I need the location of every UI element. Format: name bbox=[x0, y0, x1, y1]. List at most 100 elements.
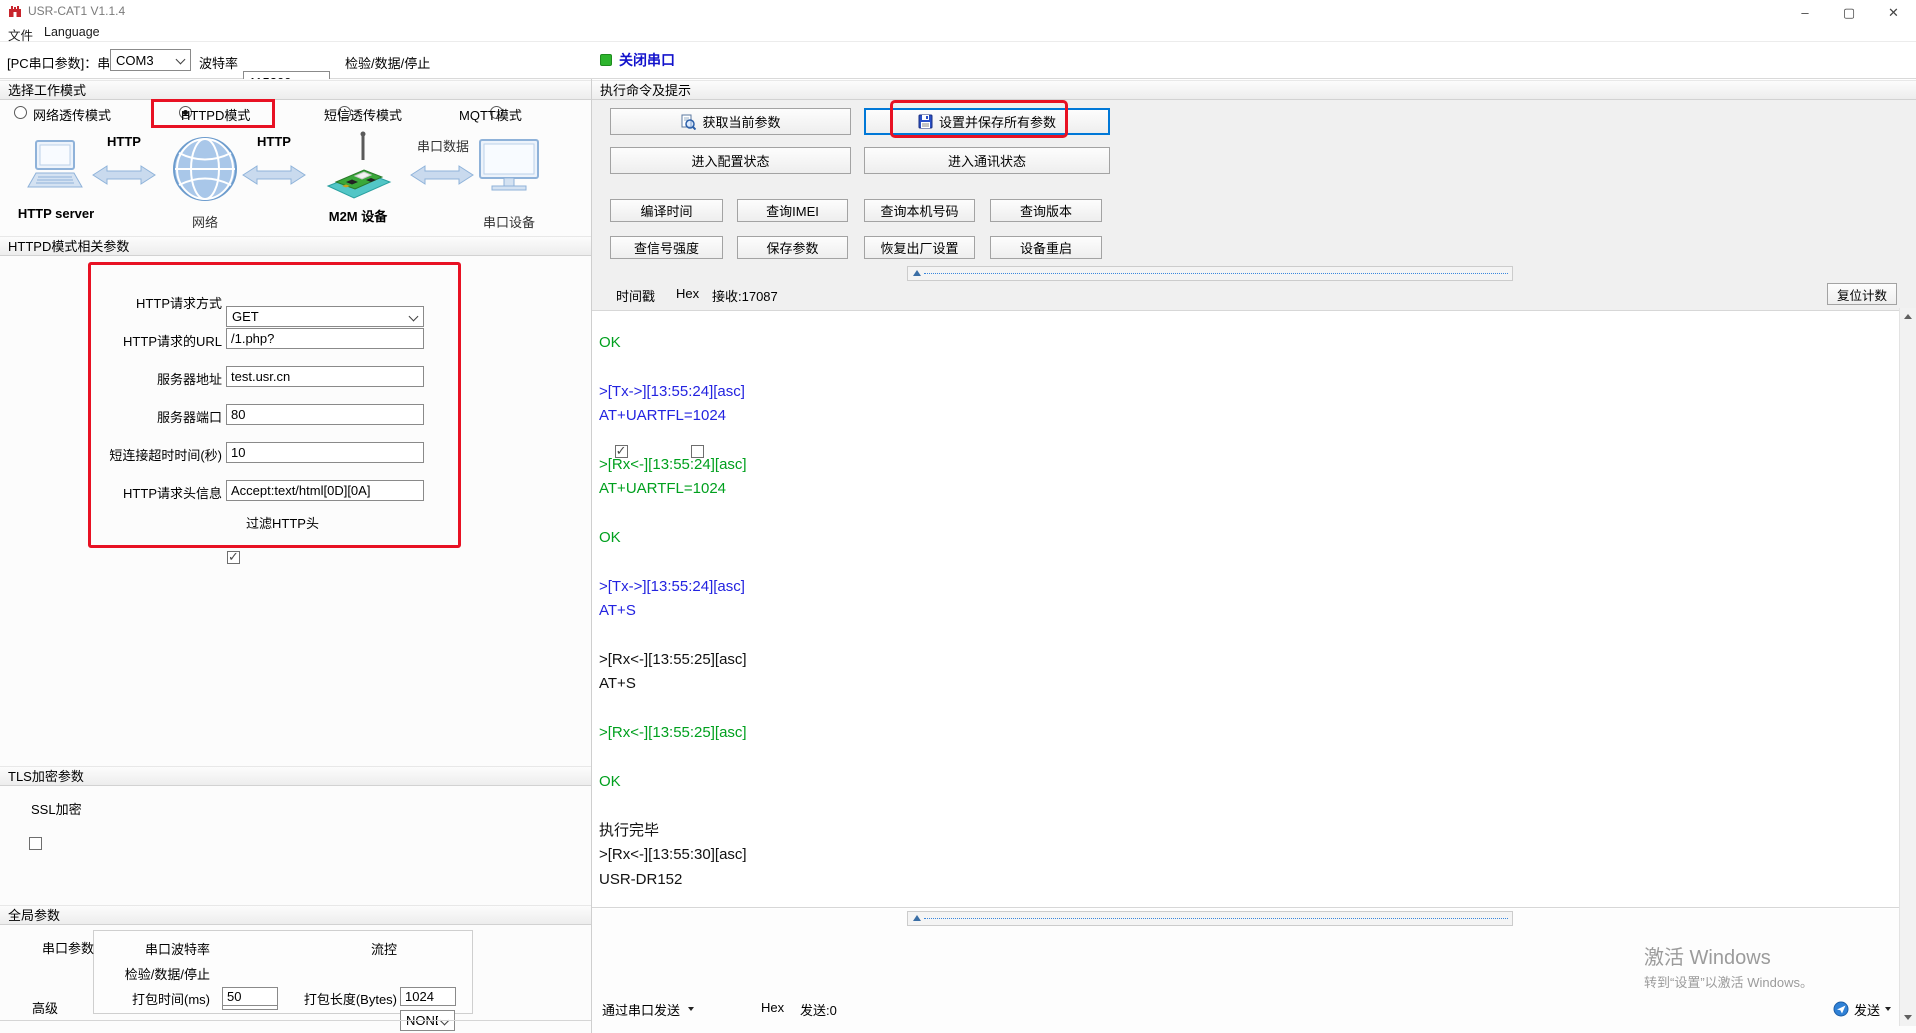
network-globe-icon bbox=[173, 137, 237, 201]
ssl-encrypt-label[interactable]: SSL加密 bbox=[31, 799, 82, 818]
diagram-node-network: 网络 bbox=[191, 215, 218, 230]
diagram-link-http-2: HTTP bbox=[257, 134, 291, 149]
enter-comm-state-button[interactable]: 进入通讯状态 bbox=[864, 147, 1110, 174]
timestamp-label[interactable]: 时间戳 bbox=[616, 286, 655, 305]
close-port-button[interactable]: 关闭串口 bbox=[600, 49, 675, 71]
menu-language[interactable]: Language bbox=[44, 25, 100, 39]
radio-net-passthrough-label[interactable]: 网络透传模式 bbox=[33, 105, 111, 124]
save-params-button[interactable]: 保存参数 bbox=[737, 236, 848, 259]
send-button-label: 发送 bbox=[1854, 1002, 1881, 1018]
send-hex-label[interactable]: Hex bbox=[761, 1000, 784, 1015]
scroll-down-icon[interactable] bbox=[1904, 1015, 1912, 1020]
server-port-input[interactable] bbox=[226, 404, 424, 425]
filter-http-header-label[interactable]: 过滤HTTP头 bbox=[246, 513, 319, 532]
title-bar: USR-CAT1 V1.1.4 – ▢ ✕ bbox=[0, 0, 1916, 22]
send-via-serial-label: 通过串口发送 bbox=[602, 1002, 681, 1018]
get-current-params-label: 获取当前参数 bbox=[702, 115, 781, 130]
baud-label: 波特率 bbox=[199, 56, 239, 71]
port-open-status-icon bbox=[600, 54, 612, 66]
log-hex-label[interactable]: Hex bbox=[676, 286, 699, 301]
scroll-up-icon[interactable] bbox=[1904, 314, 1912, 319]
close-port-label: 关闭串口 bbox=[619, 52, 675, 68]
send-dropdown-caret-icon[interactable] bbox=[1885, 1007, 1892, 1011]
diagram-node-serial-device: 串口设备 bbox=[482, 215, 535, 230]
compile-time-button[interactable]: 编译时间 bbox=[610, 199, 723, 222]
activate-windows-watermark-sub: 转到“设置”以激活 Windows。 bbox=[1644, 975, 1814, 990]
http-url-input[interactable] bbox=[226, 328, 424, 349]
app-icon bbox=[9, 6, 21, 17]
font-size-slider-top[interactable] bbox=[907, 266, 1513, 281]
log-line: AT+S bbox=[599, 602, 636, 620]
log-line: USR-DR152 bbox=[599, 870, 683, 888]
log-line: >[Rx<-][13:55:25][asc] bbox=[599, 724, 747, 742]
query-version-button[interactable]: 查询版本 bbox=[990, 199, 1102, 222]
menu-bar: 文件 Language bbox=[0, 22, 1916, 43]
diagram-link-http-1: HTTP bbox=[107, 134, 141, 149]
query-signal-button[interactable]: 查信号强度 bbox=[610, 236, 723, 259]
send-button[interactable]: 发送 bbox=[1833, 998, 1892, 1020]
query-local-number-button[interactable]: 查询本机号码 bbox=[864, 199, 975, 222]
httpd-section-header: HTTPD模式相关参数 bbox=[0, 236, 591, 256]
server-address-label: 服务器地址 bbox=[156, 372, 222, 387]
reset-counter-button[interactable]: 复位计数 bbox=[1827, 283, 1897, 305]
log-area[interactable]: OK >[Tx->][13:55:24][asc] AT+UARTFL=1024 >[… bbox=[592, 310, 1892, 906]
diagram-link-serial-data: 串口数据 bbox=[416, 139, 469, 154]
dropdown-caret-icon bbox=[688, 1007, 695, 1011]
mode-section-header: 选择工作模式 bbox=[0, 80, 591, 100]
send-panel-bg bbox=[592, 909, 1916, 1033]
http-url-label: HTTP请求的URL bbox=[123, 334, 222, 349]
log-line: OK bbox=[599, 773, 621, 791]
serial-param-group-label: 串口参数 bbox=[42, 941, 95, 956]
log-line: OK bbox=[599, 334, 621, 351]
serial-device-monitor-icon bbox=[479, 139, 539, 191]
slider-thumb-icon[interactable] bbox=[913, 270, 921, 276]
advanced-label[interactable]: 高级 bbox=[32, 998, 58, 1017]
radio-mqtt-mode-label[interactable]: MQTT模式 bbox=[459, 105, 522, 124]
device-restart-button[interactable]: 设备重启 bbox=[990, 236, 1102, 259]
pack-len-input[interactable] bbox=[400, 987, 456, 1006]
ssl-encrypt-checkbox[interactable] bbox=[28, 837, 42, 850]
server-port-label: 服务器端口 bbox=[156, 410, 222, 425]
pack-time-label: 打包时间(ms) bbox=[132, 992, 210, 1007]
set-save-all-params-button[interactable]: 设置并保存所有参数 bbox=[864, 108, 1110, 135]
radio-httpd-mode-label[interactable]: HTTPD模式 bbox=[181, 105, 250, 124]
log-line: >[Rx<-][13:55:24][asc] bbox=[599, 455, 747, 473]
enter-config-state-button[interactable]: 进入配置状态 bbox=[610, 147, 851, 174]
global-section-header: 全局参数 bbox=[0, 905, 591, 925]
font-size-slider-bottom[interactable] bbox=[907, 911, 1513, 926]
send-via-serial-dropdown[interactable]: 通过串口发送 bbox=[602, 998, 695, 1020]
slider-thumb-icon[interactable] bbox=[913, 915, 921, 921]
log-line: AT+S bbox=[599, 675, 636, 693]
diagram-node-m2m: M2M 设备 bbox=[328, 209, 388, 224]
short-conn-timeout-input[interactable] bbox=[226, 442, 424, 463]
enter-config-state-label: 进入配置状态 bbox=[691, 154, 770, 169]
http-header-input[interactable] bbox=[226, 480, 424, 501]
log-line: 执行完毕 bbox=[599, 821, 660, 839]
http-method-select[interactable]: GET bbox=[226, 306, 424, 327]
left-bottom-divider bbox=[0, 1020, 591, 1021]
factory-reset-button[interactable]: 恢复出厂设置 bbox=[864, 236, 975, 259]
log-line: >[Tx->][13:55:24][asc] bbox=[599, 382, 745, 400]
flow-control-label: 流控 bbox=[370, 942, 397, 957]
set-save-all-params-label: 设置并保存所有参数 bbox=[938, 115, 1056, 130]
pack-time-input[interactable] bbox=[222, 987, 278, 1006]
get-current-params-button[interactable]: 获取当前参数 bbox=[610, 108, 851, 135]
log-scrollbar[interactable] bbox=[1899, 308, 1916, 1026]
recv-count-label: 接收:17087 bbox=[712, 289, 778, 304]
radio-sms-passthrough-label[interactable]: 短信透传模式 bbox=[324, 105, 402, 124]
serial-toolbar: [PC串口参数]：串口号 COM3 波特率 115200 检验/数据/停止 NO… bbox=[0, 42, 1916, 159]
server-address-input[interactable] bbox=[226, 366, 424, 387]
filter-http-header-checkbox[interactable] bbox=[227, 549, 240, 565]
com-port-select[interactable]: COM3 bbox=[110, 49, 191, 71]
window-title: USR-CAT1 V1.1.4 bbox=[28, 4, 126, 18]
query-imei-button[interactable]: 查询IMEI bbox=[737, 199, 848, 222]
tls-section-header: TLS加密参数 bbox=[0, 766, 591, 786]
laptop-icon bbox=[27, 140, 83, 188]
radio-net-passthrough[interactable] bbox=[14, 106, 27, 119]
log-line: >[Rx<-][13:55:25][asc] bbox=[599, 651, 747, 669]
sent-count-label: 发送:0 bbox=[800, 1003, 837, 1018]
